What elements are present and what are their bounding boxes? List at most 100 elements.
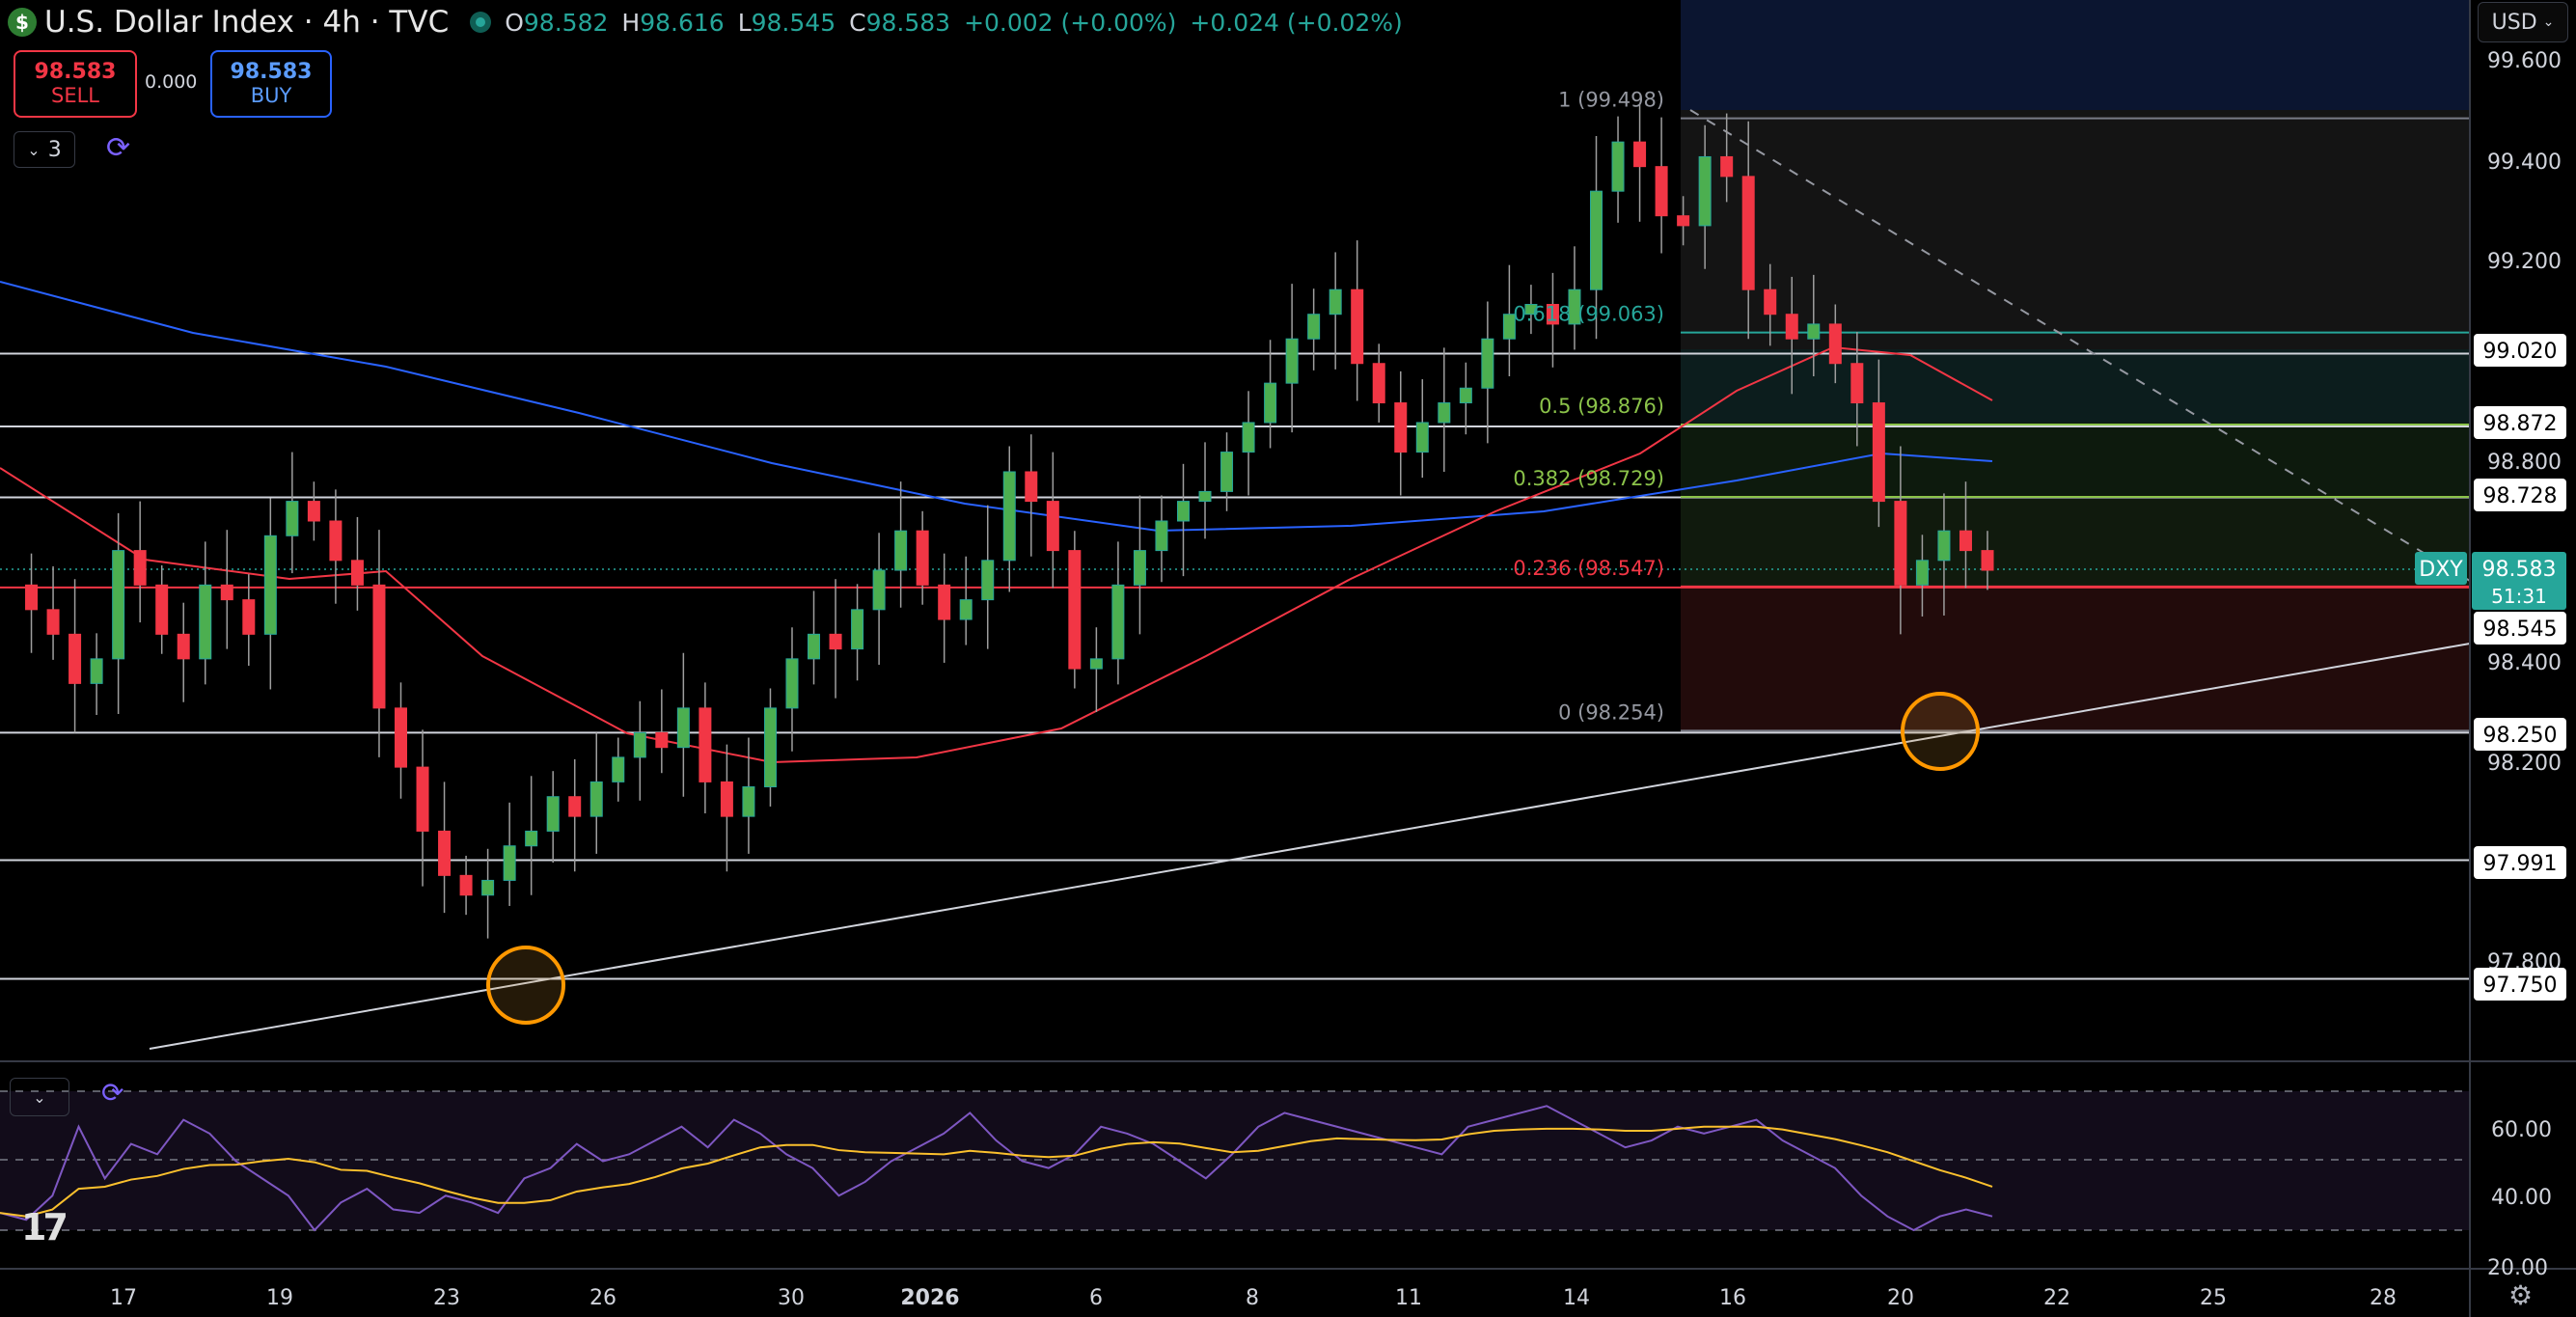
fib-zone-0236 [1681, 587, 2470, 733]
candle [676, 652, 690, 797]
level-label[interactable]: 98.728 [2474, 479, 2566, 511]
time-tick: 17 [110, 1286, 137, 1310]
gear-icon[interactable]: ⚙ [2508, 1279, 2533, 1311]
candle [1568, 246, 1581, 350]
level-label[interactable]: 98.872 [2474, 406, 2566, 439]
rsi-collapse-button[interactable]: ⌄ [10, 1078, 69, 1116]
candle [112, 512, 125, 714]
level-label[interactable]: 98.545 [2474, 612, 2566, 645]
candle [894, 481, 908, 608]
price-tick: 99.200 [2487, 250, 2562, 274]
candle [1068, 531, 1082, 689]
chevron-down-icon: ⌄ [2542, 14, 2555, 30]
fib-label: 1 (99.498) [1558, 89, 1664, 112]
ohlc-values: O98.582 H98.616 L98.545 C98.583 +0.002 (… [505, 8, 1403, 37]
chart-legend: $ U.S. Dollar Index · 4h · TVC O98.582 H… [8, 4, 1403, 41]
symbol-title[interactable]: U.S. Dollar Index · 4h · TVC [44, 5, 449, 40]
chevron-down-icon: ⌄ [33, 1087, 46, 1107]
spread-value: 0.000 [145, 71, 198, 93]
level-label[interactable]: 99.020 [2474, 334, 2566, 367]
last-price-label[interactable]: 98.583 51:31 [2472, 552, 2566, 610]
time-tick: 30 [778, 1286, 805, 1310]
svg-text:99.020: 99.020 [2483, 340, 2558, 364]
change-value-2: +0.024 (+0.02%) [1190, 8, 1403, 37]
candle [1025, 434, 1038, 557]
candle [220, 530, 233, 649]
time-tick: 25 [2200, 1286, 2227, 1310]
level-label[interactable]: 98.250 [2474, 718, 2566, 751]
sync-icon[interactable]: ⟳ [101, 1077, 123, 1109]
candle [1481, 301, 1494, 444]
time-tick: 2026 [900, 1286, 959, 1310]
candle [1133, 495, 1146, 635]
candle [699, 682, 712, 814]
candle [1394, 370, 1408, 496]
candle [69, 579, 82, 733]
candle [438, 782, 452, 914]
market-status-icon[interactable] [470, 12, 492, 33]
candle [1655, 117, 1668, 254]
candle [1351, 240, 1364, 401]
price-tick: 98.400 [2487, 651, 2562, 675]
swing-low-marker [486, 946, 565, 1025]
fib-label: 0.382 (98.729) [1513, 467, 1664, 490]
tradingview-logo-icon[interactable]: 17 [21, 1206, 69, 1248]
time-axis[interactable]: 17 19 23 26 30 2026 6 8 11 14 16 20 22 25 28 [110, 1286, 2397, 1310]
svg-text:98.250: 98.250 [2483, 724, 2558, 748]
time-tick: 19 [266, 1286, 293, 1310]
time-tick: 26 [589, 1286, 617, 1310]
candle [394, 682, 407, 799]
candle [851, 584, 864, 681]
candle [1046, 452, 1059, 589]
candle [1459, 362, 1472, 435]
fib-zone-top [1681, 0, 2470, 110]
svg-text:98.872: 98.872 [2483, 412, 2558, 436]
currency-select[interactable]: USD ⌄ [2478, 2, 2568, 42]
indicators-toggle[interactable]: ⌄ 3 [14, 131, 75, 168]
price-tick: 98.200 [2487, 752, 2562, 776]
candle [633, 700, 646, 801]
candle [720, 744, 733, 872]
candle [1264, 340, 1277, 449]
symbol-tag[interactable]: DXY [2415, 552, 2467, 585]
price-chart[interactable]: 1 (99.498) 0.618 (99.063) 0.5 (98.876) 0.38… [0, 0, 2576, 1317]
candle [263, 498, 277, 690]
svg-text:DXY: DXY [2419, 558, 2463, 582]
candle [1176, 463, 1190, 577]
sell-button[interactable]: 98.583 SELL [14, 50, 137, 118]
candle [1633, 104, 1647, 222]
candle [372, 530, 386, 757]
dollar-icon: $ [8, 8, 37, 37]
candle [872, 533, 886, 665]
level-label[interactable]: 97.750 [2474, 968, 2566, 1001]
candle [1242, 391, 1255, 496]
rsi-pane [0, 1091, 2470, 1230]
candle [1372, 343, 1385, 423]
fib-labels: 1 (99.498) 0.618 (99.063) 0.5 (98.876) 0.38… [1513, 89, 1664, 725]
candle [655, 689, 669, 774]
svg-text:98.583: 98.583 [2482, 558, 2557, 582]
buy-button[interactable]: 98.583 BUY [210, 50, 332, 118]
level-label[interactable]: 97.991 [2474, 846, 2566, 879]
candle [1111, 541, 1125, 685]
time-tick: 16 [1719, 1286, 1746, 1310]
candle [133, 501, 147, 623]
time-tick: 20 [1887, 1286, 1914, 1310]
price-tick: 20.00 [2487, 1256, 2548, 1280]
candle [1220, 432, 1234, 511]
candle [350, 516, 364, 611]
candle [829, 579, 842, 699]
svg-text:51:31: 51:31 [2491, 585, 2547, 608]
candle [307, 481, 320, 541]
candle [1002, 446, 1016, 592]
sync-icon[interactable]: ⟳ [106, 131, 130, 165]
svg-text:97.991: 97.991 [2483, 852, 2558, 876]
candle [568, 758, 582, 872]
change-value: +0.002 (+0.00%) [964, 8, 1177, 37]
candle [481, 848, 495, 939]
candle [1198, 442, 1212, 539]
time-tick: 28 [2370, 1286, 2397, 1310]
candle [1329, 252, 1342, 370]
time-tick: 22 [2043, 1286, 2070, 1310]
candle [1089, 627, 1103, 712]
